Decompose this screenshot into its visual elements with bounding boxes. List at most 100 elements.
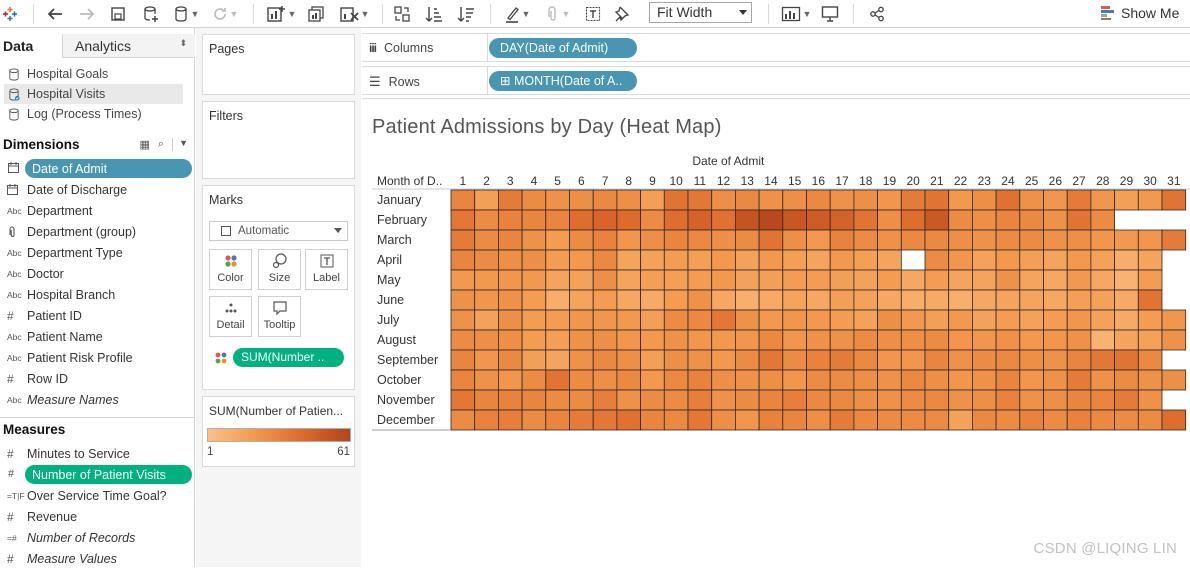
fit-select[interactable]: Fit Width (649, 2, 752, 23)
heatmap-cell[interactable] (616, 349, 641, 371)
heatmap-cell[interactable] (545, 369, 570, 391)
show-me-button[interactable]: Show Me (1101, 4, 1179, 22)
heatmap-cell[interactable] (474, 369, 499, 391)
heatmap-cell[interactable] (877, 329, 902, 351)
heatmap-cell[interactable] (1019, 329, 1044, 351)
heatmap-cell[interactable] (497, 309, 523, 331)
heatmap-cell[interactable] (545, 329, 570, 351)
color-field-pill[interactable]: SUM(Number .. (233, 348, 344, 367)
heatmap-cell[interactable] (663, 409, 689, 431)
heatmap-cell[interactable] (1114, 249, 1139, 271)
heatmap-cell[interactable] (663, 209, 689, 231)
heatmap-cell[interactable] (497, 289, 523, 311)
heatmap-cell[interactable] (663, 289, 689, 311)
heatmap-cell[interactable] (995, 229, 1021, 251)
heatmap-cell[interactable] (853, 229, 878, 251)
field-item[interactable]: Number of Patient Visits (25, 465, 192, 484)
heatmap-cell[interactable] (995, 309, 1021, 331)
heatmap-cell[interactable] (948, 189, 973, 211)
heatmap-cell[interactable] (450, 409, 476, 431)
heatmap-cell[interactable] (545, 209, 570, 231)
heatmap-cell[interactable] (1066, 369, 1092, 391)
heatmap-cell[interactable] (521, 269, 547, 291)
heatmap-cell[interactable] (711, 329, 736, 351)
field-item[interactable]: # Revenue (3, 507, 193, 526)
heatmap-cell[interactable] (1019, 409, 1044, 431)
heatmap-cell[interactable] (521, 329, 547, 351)
heatmap-cell[interactable] (1090, 389, 1116, 411)
heatmap-cell[interactable] (711, 369, 736, 391)
heatmap-cell[interactable] (995, 349, 1021, 371)
heatmap-cell[interactable] (758, 369, 784, 391)
heatmap-cell[interactable] (853, 249, 878, 271)
field-item[interactable]: =# Number of Records (3, 528, 193, 547)
heatmap-cell[interactable] (1019, 209, 1044, 231)
heatmap-cell[interactable] (972, 229, 997, 251)
heatmap-cell[interactable] (545, 269, 570, 291)
search-icon[interactable]: ⌕ (158, 138, 164, 151)
heatmap-cell[interactable] (1066, 229, 1092, 251)
heatmap-cell[interactable] (782, 329, 807, 351)
heatmap-cell[interactable] (1114, 229, 1139, 251)
heatmap-cell[interactable] (782, 309, 807, 331)
heatmap-cell[interactable] (877, 229, 902, 251)
heatmap-cell[interactable] (687, 269, 713, 291)
heatmap-cell[interactable] (616, 289, 641, 311)
heatmap-cell[interactable] (616, 309, 641, 331)
heatmap-cell[interactable] (829, 249, 855, 271)
heatmap-cell[interactable] (474, 289, 499, 311)
heatmap-cell[interactable] (924, 409, 950, 431)
heatmap-cell[interactable] (687, 209, 713, 231)
heatmap-cell[interactable] (900, 409, 926, 431)
detail-button[interactable]: Detail (209, 296, 252, 337)
heatmap-cell[interactable] (1043, 289, 1068, 311)
heatmap-cell[interactable] (616, 269, 641, 291)
heatmap-cell[interactable] (497, 189, 523, 211)
heatmap-cell[interactable] (995, 249, 1021, 271)
heatmap-cell[interactable] (972, 249, 997, 271)
heatmap-cell[interactable] (474, 189, 499, 211)
heatmap-cell[interactable] (1161, 369, 1187, 391)
heatmap-cell[interactable] (829, 309, 855, 331)
heatmap-cell[interactable] (782, 369, 807, 391)
heatmap-cell[interactable] (877, 269, 902, 291)
heatmap-cell[interactable] (829, 409, 855, 431)
heatmap-cell[interactable] (924, 209, 950, 231)
heatmap-cell[interactable] (1043, 269, 1068, 291)
field-item[interactable]: # Row ID (3, 369, 193, 388)
heatmap-cell[interactable] (877, 309, 902, 331)
heatmap-cell[interactable] (450, 289, 476, 311)
heatmap-cell[interactable] (900, 389, 926, 411)
heatmap-cell[interactable] (711, 229, 736, 251)
heatmap-cell[interactable] (497, 209, 523, 231)
heatmap-cell[interactable] (900, 289, 926, 311)
heatmap-cell[interactable] (758, 209, 784, 231)
heatmap-cell[interactable] (1137, 249, 1163, 271)
heatmap-cell[interactable] (806, 289, 831, 311)
sort-descending-icon[interactable] (456, 3, 476, 25)
heatmap-cell[interactable] (1090, 409, 1116, 431)
heatmap-cell[interactable] (1114, 269, 1139, 291)
heatmap-cell[interactable] (450, 189, 476, 211)
heatmap-cell[interactable] (900, 209, 926, 231)
heatmap-cell[interactable] (640, 229, 665, 251)
heatmap-cell[interactable] (1019, 389, 1044, 411)
heatmap-cell[interactable] (782, 269, 807, 291)
tableau-logo-icon[interactable] (1, 3, 19, 25)
save-icon[interactable] (109, 3, 127, 25)
heatmap-cell[interactable] (853, 309, 878, 331)
heatmap-cell[interactable] (734, 289, 760, 311)
heatmap-cell[interactable] (474, 409, 499, 431)
heatmap-cell[interactable] (450, 309, 476, 331)
heatmap-cell[interactable] (1066, 309, 1092, 331)
rows-shelf[interactable]: ☰ Rows ⊞ MONTH(Date of A.. (362, 66, 1190, 95)
heatmap-cell[interactable] (474, 229, 499, 251)
heatmap-cell[interactable] (663, 329, 689, 351)
heatmap-cell[interactable] (1114, 309, 1139, 331)
heatmap-cell[interactable] (711, 389, 736, 411)
clear-icon[interactable]: ▼ (337, 3, 371, 25)
heatmap-cell[interactable] (829, 329, 855, 351)
heatmap-cell[interactable] (1137, 229, 1163, 251)
heatmap-cell[interactable] (806, 389, 831, 411)
heatmap-cell[interactable] (900, 229, 926, 251)
